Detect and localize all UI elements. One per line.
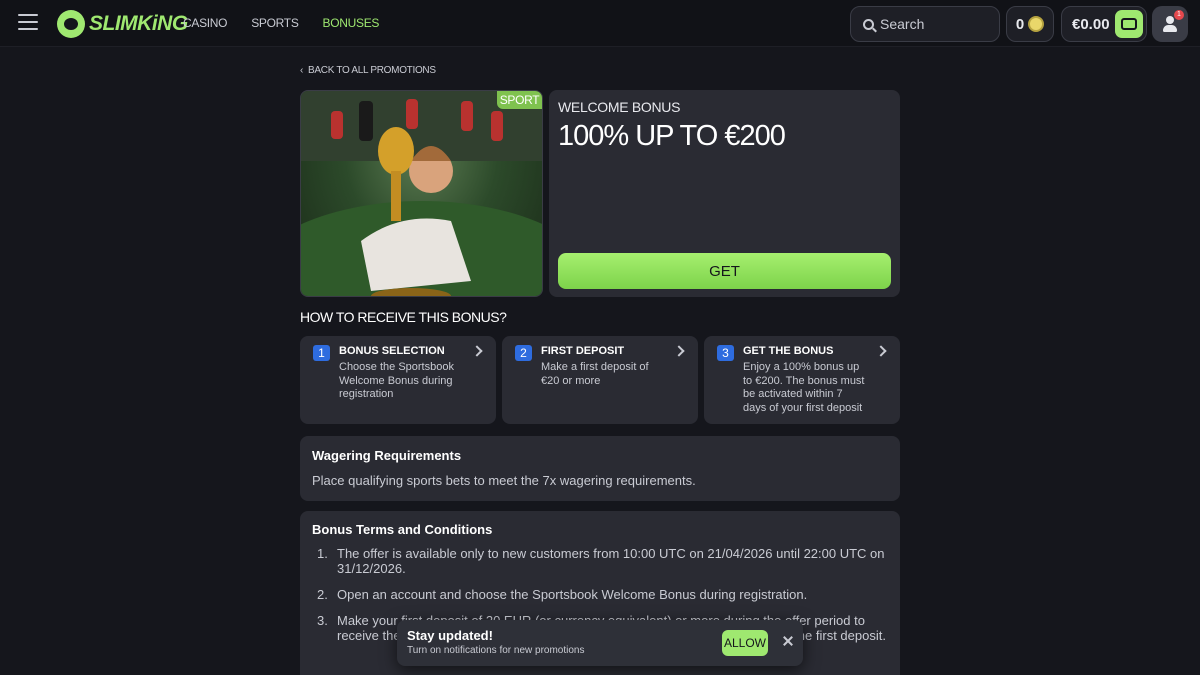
search-icon <box>863 18 874 30</box>
step-title: BONUS SELECTION <box>339 345 445 357</box>
wallet-button[interactable] <box>1115 10 1143 38</box>
wallet-icon <box>1121 18 1137 30</box>
wagering-text: Place qualifying sports bets to meet the… <box>312 473 696 488</box>
terms-item: 2. Open an account and choose the Sportsb… <box>317 587 808 602</box>
sport-tag-badge: SPORT <box>497 91 542 109</box>
terms-item: 1. The offer is available only to new cus… <box>317 546 885 576</box>
logo[interactable]: SLIMKiNG <box>57 9 188 39</box>
terms-title: Bonus Terms and Conditions <box>312 522 493 537</box>
nav-bonuses[interactable]: BONUSES <box>323 16 380 30</box>
main-nav: CASINO SPORTS BONUSES <box>183 16 379 30</box>
promo-subtitle: WELCOME BONUS <box>558 99 681 115</box>
promo-title: 100% UP TO €200 <box>558 120 786 152</box>
promo-image <box>300 90 543 297</box>
step-title: FIRST DEPOSIT <box>541 345 625 357</box>
step-card-2[interactable]: 2 FIRST DEPOSIT Make a first deposit of … <box>502 336 698 424</box>
wagering-box: Wagering Requirements Place qualifying s… <box>300 436 900 501</box>
howto-heading: HOW TO RECEIVE THIS BONUS? <box>300 309 507 325</box>
step-card-3[interactable]: 3 GET THE BONUS Enjoy a 100% bonus up to… <box>704 336 900 424</box>
logo-text: SLIMKiNG <box>89 12 188 35</box>
coins-count: 0 <box>1015 15 1025 33</box>
profile-button[interactable]: 1 <box>1152 6 1188 42</box>
chevron-right-icon <box>673 345 685 357</box>
notification-toast: Stay updated! Turn on notifications for … <box>397 620 803 666</box>
back-link-label: BACK TO ALL PROMOTIONS <box>308 65 436 76</box>
wagering-title: Wagering Requirements <box>312 448 462 463</box>
hamburger-menu-icon[interactable] <box>18 14 38 32</box>
toast-subtitle: Turn on notifications for new promotions <box>407 645 585 656</box>
step-description: Choose the Sportsbook Welcome Bonus duri… <box>339 361 454 400</box>
back-to-promotions-link[interactable]: ‹ BACK TO ALL PROMOTIONS <box>300 65 436 76</box>
step-card-1[interactable]: 1 BONUS SELECTION Choose the Sportsbook … <box>300 336 496 424</box>
toast-title: Stay updated! <box>407 628 493 643</box>
nav-sports[interactable]: SPORTS <box>251 16 299 30</box>
chevron-left-icon: ‹ <box>300 65 304 76</box>
step-description: Make a first deposit of €20 or more <box>541 361 649 387</box>
get-bonus-button[interactable]: GET <box>558 253 891 289</box>
coin-icon <box>1028 16 1045 32</box>
top-bar: SLIMKiNG CASINO SPORTS BONUSES 0 €0.00 1 <box>0 0 1200 47</box>
promo-card: WELCOME BONUS 100% UP TO €200 GET <box>549 90 900 297</box>
football-scene-illustration <box>301 91 542 296</box>
notification-badge: 1 <box>1174 10 1184 20</box>
step-number: 1 <box>313 345 330 361</box>
balance-display[interactable]: €0.00 <box>1061 6 1147 42</box>
logo-mark-icon <box>57 10 85 38</box>
balance-value: €0.00 <box>1072 15 1110 33</box>
chevron-right-icon <box>875 345 887 357</box>
step-number: 2 <box>515 345 532 361</box>
step-number: 3 <box>717 345 734 361</box>
search-box[interactable] <box>850 6 1000 42</box>
allow-notifications-button[interactable]: ALLOW <box>722 630 768 656</box>
step-description: Enjoy a 100% bonus up to €200. The bonus… <box>743 361 865 414</box>
nav-casino[interactable]: CASINO <box>183 16 228 30</box>
close-icon[interactable] <box>782 635 794 647</box>
chevron-right-icon <box>471 345 483 357</box>
step-title: GET THE BONUS <box>743 345 834 357</box>
coins-button[interactable]: 0 <box>1006 6 1054 42</box>
search-input[interactable] <box>880 16 990 32</box>
